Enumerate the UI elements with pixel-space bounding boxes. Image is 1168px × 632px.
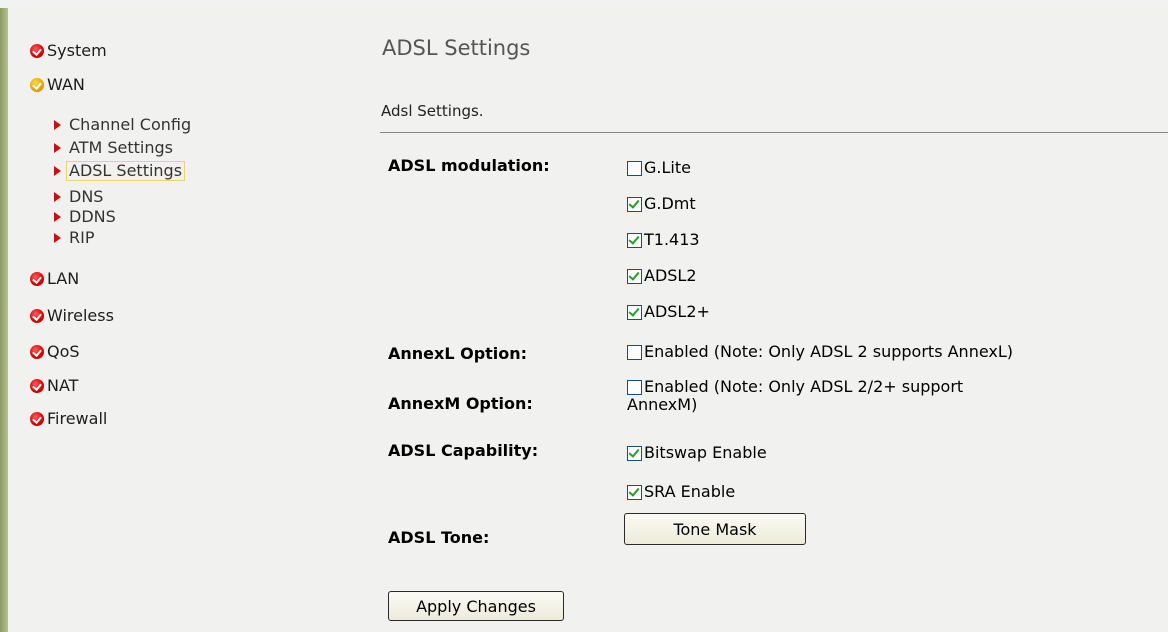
capability-label: ADSL Capability: — [388, 441, 539, 460]
check-bullet-icon — [30, 309, 44, 323]
sidebar-item-label: QoS — [47, 342, 80, 361]
annexm-label: AnnexM Option: — [388, 394, 533, 413]
sidebar-subitem-rip[interactable]: RIP — [54, 229, 94, 247]
tone-label: ADSL Tone: — [388, 528, 490, 547]
sidebar-subitem-atm-settings[interactable]: ATM Settings — [54, 139, 173, 157]
checkbox-annexm[interactable] — [627, 380, 642, 395]
check-bullet-icon — [30, 78, 44, 92]
subitem-label: DDNS — [69, 207, 116, 226]
option-label: G.Dmt — [644, 194, 696, 213]
option-label: G.Lite — [644, 158, 691, 177]
sidebar-item-label: LAN — [47, 269, 80, 288]
divider — [380, 132, 1168, 133]
option-adsl2plus[interactable]: ADSL2+ — [627, 302, 710, 322]
subitem-label: ADSL Settings — [66, 161, 186, 181]
checkbox-glite[interactable] — [627, 161, 642, 176]
option-adsl2[interactable]: ADSL2 — [627, 266, 697, 286]
option-label: Enabled (Note: Only ADSL 2 supports Anne… — [644, 342, 1014, 361]
left-border-bar — [0, 8, 8, 632]
option-sra[interactable]: SRA Enable — [627, 482, 735, 502]
option-label: Enabled (Note: Only ADSL 2/2+ support — [644, 377, 964, 396]
arrow-right-icon — [54, 192, 61, 202]
sidebar-item-label: Wireless — [47, 306, 114, 325]
option-gdmt[interactable]: G.Dmt — [627, 194, 696, 214]
arrow-right-icon — [54, 233, 61, 243]
check-bullet-icon — [30, 44, 44, 58]
sidebar-item-label: NAT — [47, 376, 79, 395]
check-bullet-icon — [30, 272, 44, 286]
option-glite[interactable]: G.Lite — [627, 158, 691, 178]
checkbox-gdmt[interactable] — [627, 197, 642, 212]
apply-changes-button[interactable]: Apply Changes — [388, 591, 564, 621]
checkbox-t1413[interactable] — [627, 233, 642, 248]
option-annexl[interactable]: Enabled (Note: Only ADSL 2 supports Anne… — [627, 342, 1013, 362]
sidebar-item-label: Firewall — [47, 409, 108, 428]
sidebar-item-label: System — [47, 41, 107, 60]
tone-mask-button[interactable]: Tone Mask — [624, 513, 806, 545]
option-t1413[interactable]: T1.413 — [627, 230, 700, 250]
arrow-right-icon — [54, 120, 61, 130]
sidebar-item-lan[interactable]: LAN — [30, 268, 79, 290]
check-bullet-icon — [30, 345, 44, 359]
option-label: ADSL2+ — [644, 302, 710, 321]
sidebar-subitem-adsl-settings[interactable]: ADSL Settings — [54, 161, 186, 181]
router-admin-page: System WAN Channel Config ATM Settings A… — [0, 8, 1168, 632]
sidebar-subitem-ddns[interactable]: DDNS — [54, 208, 116, 226]
option-label: SRA Enable — [644, 482, 736, 501]
subitem-label: ATM Settings — [69, 138, 173, 157]
checkbox-bitswap[interactable] — [627, 446, 642, 461]
sidebar-item-firewall[interactable]: Firewall — [30, 408, 107, 430]
checkbox-sra[interactable] — [627, 485, 642, 500]
sidebar-item-qos[interactable]: QoS — [30, 341, 80, 363]
sidebar-item-system[interactable]: System — [30, 40, 107, 62]
subitem-label: Channel Config — [69, 115, 192, 134]
checkbox-annexl[interactable] — [627, 345, 642, 360]
subitem-label: RIP — [69, 228, 95, 247]
option-label-continued: AnnexM) — [627, 395, 698, 414]
sidebar-subitem-channel-config[interactable]: Channel Config — [54, 116, 191, 134]
sidebar-item-wireless[interactable]: Wireless — [30, 305, 114, 327]
option-annexm[interactable]: Enabled (Note: Only ADSL 2/2+ support An… — [627, 377, 963, 415]
option-label: ADSL2 — [644, 266, 697, 285]
option-label: Bitswap Enable — [644, 443, 767, 462]
option-bitswap[interactable]: Bitswap Enable — [627, 443, 767, 463]
check-bullet-icon — [30, 412, 44, 426]
option-label: T1.413 — [644, 230, 700, 249]
sidebar-item-wan[interactable]: WAN — [30, 74, 85, 96]
sidebar-item-label: WAN — [47, 75, 85, 94]
modulation-label: ADSL modulation: — [388, 156, 550, 175]
arrow-right-icon — [54, 212, 61, 222]
arrow-right-icon — [54, 143, 61, 153]
sidebar-subitem-dns[interactable]: DNS — [54, 188, 103, 206]
annexl-label: AnnexL Option: — [388, 344, 528, 363]
arrow-right-icon — [54, 166, 61, 176]
checkbox-adsl2plus[interactable] — [627, 305, 642, 320]
checkbox-adsl2[interactable] — [627, 269, 642, 284]
sidebar-item-nat[interactable]: NAT — [30, 375, 78, 397]
check-bullet-icon — [30, 379, 44, 393]
page-title: ADSL Settings — [382, 36, 531, 60]
subitem-label: DNS — [69, 187, 104, 206]
page-description: Adsl Settings. — [381, 102, 484, 120]
